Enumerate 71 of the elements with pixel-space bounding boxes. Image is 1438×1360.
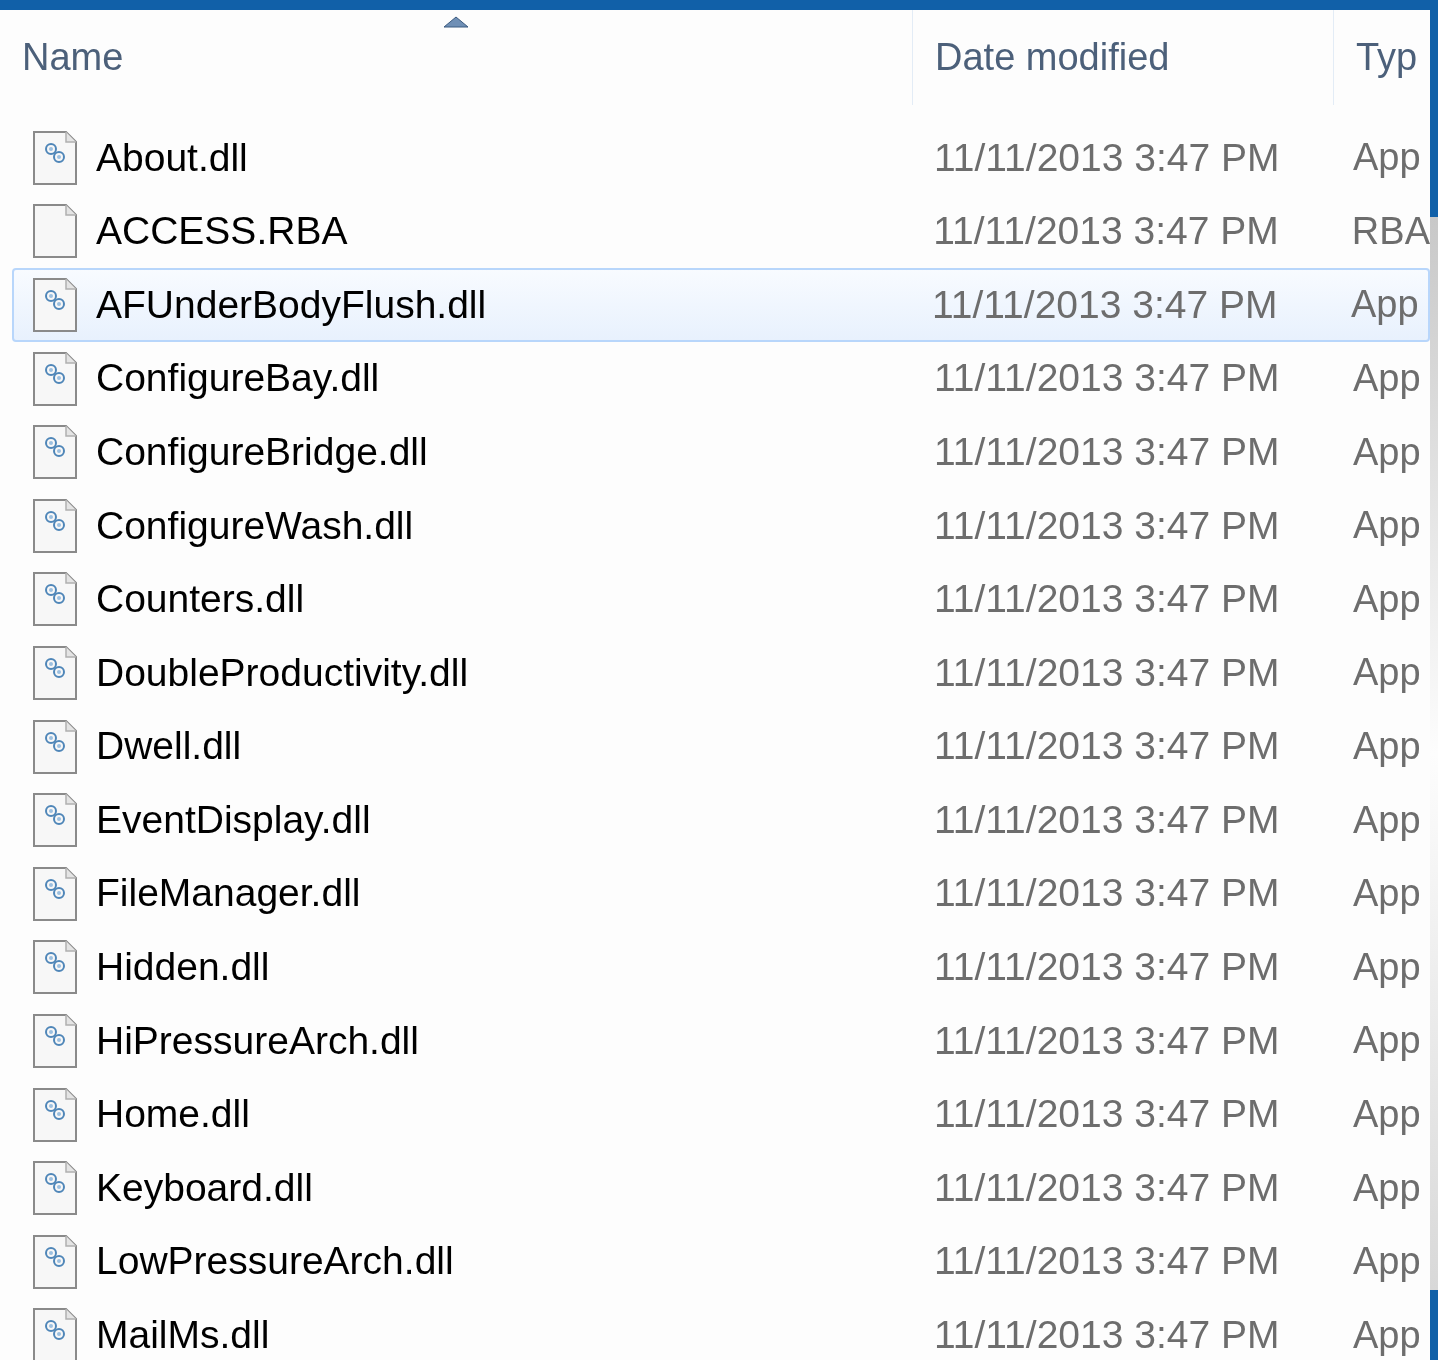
date-modified: 11/11/2013 3:47 PM [933, 944, 1281, 991]
file-row[interactable]: ConfigureBridge.dll 11/11/2013 3:47 PM App [0, 415, 1430, 489]
file-type: App [1353, 1165, 1421, 1211]
file-type: App [1353, 1018, 1421, 1064]
date-modified: 11/11/2013 3:47 PM [933, 1238, 1281, 1285]
file-type: App [1353, 724, 1421, 770]
date-modified: 11/11/2013 3:47 PM [933, 1091, 1281, 1138]
date-modified: 11/11/2013 3:47 PM [933, 870, 1281, 917]
column-header[interactable]: Name [0, 10, 912, 105]
file-type: App [1353, 650, 1421, 696]
date-modified: 11/11/2013 3:47 PM [933, 502, 1281, 549]
date-modified: 11/11/2013 3:47 PM [933, 1017, 1281, 1064]
file-name: Counters.dll [96, 576, 306, 623]
file-name: About.dll [96, 134, 249, 181]
file-name: AFUnderBodyFlush.dll [96, 281, 488, 328]
file-row[interactable]: DoubleProductivity.dll 11/11/2013 3:47 PM App [0, 636, 1430, 710]
file-row[interactable]: Hidden.dll 11/11/2013 3:47 PM App [0, 930, 1430, 1005]
date-modified: 11/11/2013 3:47 PM [931, 281, 1279, 328]
file-row[interactable]: About.dll 11/11/2013 3:47 PM App [0, 121, 1430, 195]
date-modified: 11/11/2013 3:47 PM [933, 1164, 1281, 1211]
file-name: DoubleProductivity.dll [96, 649, 470, 696]
sort-arrow-icon [443, 16, 469, 28]
file-name: EventDisplay.dll [96, 796, 372, 843]
file-row[interactable]: FileManager.dll 11/11/2013 3:47 PM App [0, 856, 1430, 931]
file-type: App [1351, 282, 1419, 328]
date-modified: 11/11/2013 3:47 PM [933, 355, 1281, 402]
date-modified: 11/11/2013 3:47 PM [933, 723, 1281, 770]
file-name: Keyboard.dll [96, 1164, 314, 1211]
date-modified: 11/11/2013 3:47 PM [933, 649, 1281, 696]
file-row[interactable]: Home.dll 11/11/2013 3:47 PM App [0, 1077, 1430, 1152]
file-type: App [1353, 135, 1421, 181]
file-type: App [1353, 871, 1421, 917]
file-row[interactable]: Dwell.dll 11/11/2013 3:47 PM App [0, 709, 1430, 784]
file-name: LowPressureArch.dll [96, 1238, 455, 1285]
date-modified: 11/11/2013 3:47 PM [932, 208, 1280, 255]
column-header[interactable]: Date modified [912, 10, 1333, 105]
file-name: ACCESS.RBA [96, 208, 349, 255]
file-name: MailMs.dll [96, 1312, 271, 1359]
file-name: ConfigureWash.dll [96, 502, 415, 549]
file-row[interactable]: ConfigureBay.dll 11/11/2013 3:47 PM App [0, 341, 1430, 416]
file-name: ConfigureBay.dll [96, 355, 381, 402]
file-type: App [1353, 429, 1421, 475]
file-row[interactable]: MailMs.dll 11/11/2013 3:47 PM App [0, 1298, 1430, 1360]
file-type: App [1353, 1239, 1421, 1285]
date-modified: 11/11/2013 3:47 PM [933, 1312, 1281, 1359]
file-type: App [1353, 1092, 1421, 1137]
file-name: Dwell.dll [96, 723, 243, 770]
file-row[interactable]: AFUnderBodyFlush.dll 11/11/2013 3:47 PM App [12, 268, 1430, 342]
file-type: App [1353, 576, 1421, 622]
file-type: App [1353, 356, 1421, 402]
date-modified: 11/11/2013 3:47 PM [933, 134, 1281, 181]
file-name: FileManager.dll [96, 870, 362, 917]
file-row[interactable]: EventDisplay.dll 11/11/2013 3:47 PM App [0, 783, 1430, 857]
file-type: App [1353, 944, 1421, 990]
file-name: Home.dll [96, 1091, 251, 1138]
file-row[interactable]: ConfigureWash.dll 11/11/2013 3:47 PM App [0, 488, 1430, 563]
file-row[interactable]: HiPressureArch.dll 11/11/2013 3:47 PM App [0, 1004, 1430, 1078]
file-row[interactable]: LowPressureArch.dll 11/11/2013 3:47 PM App [0, 1224, 1430, 1299]
date-modified: 11/11/2013 3:47 PM [933, 428, 1281, 475]
date-modified: 11/11/2013 3:47 PM [933, 576, 1281, 623]
file-name: ConfigureBridge.dll [96, 428, 429, 475]
file-type: RBA [1351, 208, 1430, 254]
file-row[interactable]: Keyboard.dll 11/11/2013 3:47 PM App [0, 1151, 1430, 1225]
file-type: App [1353, 1312, 1421, 1358]
file-type: App [1353, 797, 1421, 843]
file-name: Hidden.dll [96, 944, 271, 991]
file-type: App [1353, 503, 1421, 549]
date-modified: 11/11/2013 3:47 PM [933, 796, 1281, 843]
file-row[interactable]: Counters.dll 11/11/2013 3:47 PM App [0, 562, 1430, 637]
file-name: HiPressureArch.dll [96, 1017, 420, 1064]
file-row[interactable]: ACCESS.RBA 11/11/2013 3:47 PM RBA [0, 194, 1430, 269]
